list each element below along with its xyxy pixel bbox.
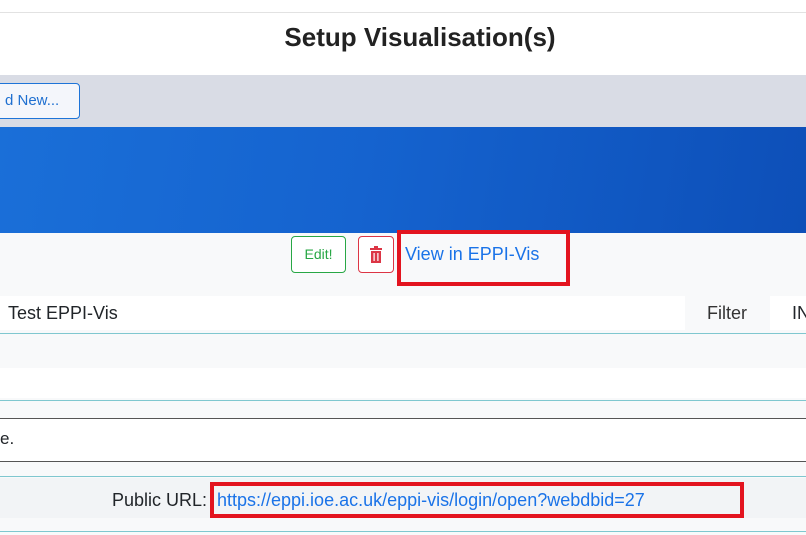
divider xyxy=(0,400,806,401)
divider xyxy=(0,476,806,477)
page-title: Setup Visualisation(s) xyxy=(284,22,556,52)
filter-label: Filter xyxy=(707,303,747,323)
delete-button[interactable] xyxy=(358,236,394,273)
visualisation-banner xyxy=(0,127,806,233)
visualisation-name-input[interactable]: Test EPPI-Vis xyxy=(0,296,685,330)
description-field[interactable]: e. xyxy=(0,418,806,462)
public-url-label: Public URL: xyxy=(112,490,208,510)
filter-select[interactable]: IN xyxy=(770,296,806,330)
toolbar xyxy=(0,75,806,127)
highlight-public-url xyxy=(210,482,744,518)
add-new-button[interactable]: d New... xyxy=(0,83,80,119)
top-divider xyxy=(0,12,806,13)
trash-icon xyxy=(370,246,382,263)
edit-button[interactable]: Edit! xyxy=(291,236,346,273)
highlight-view-link xyxy=(397,230,570,286)
divider xyxy=(0,333,806,334)
blank-field xyxy=(0,368,806,398)
divider xyxy=(0,531,806,532)
